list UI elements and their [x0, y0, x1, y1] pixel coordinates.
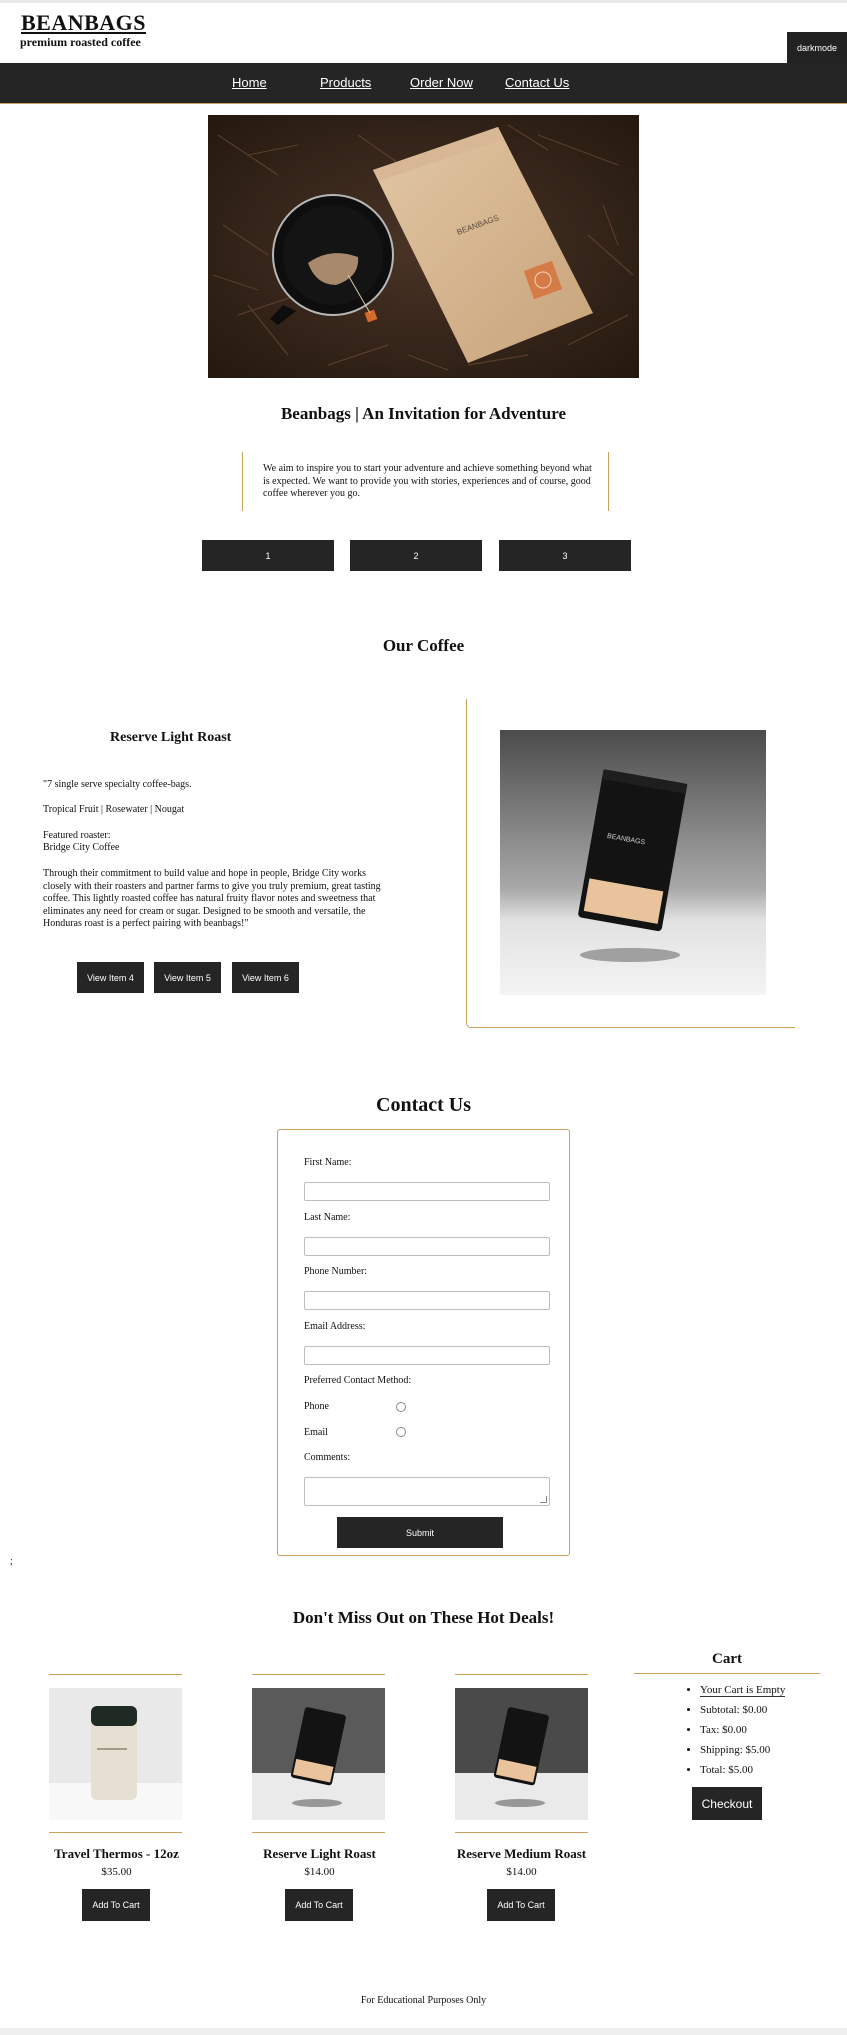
phone-number-field[interactable] [304, 1291, 550, 1310]
cart-empty-text: Your Cart is Empty [700, 1684, 786, 1697]
deal-divider [252, 1832, 385, 1833]
medium-roast-image[interactable] [455, 1688, 588, 1820]
footer-text: For Educational Purposes Only [360, 1995, 487, 2006]
email-address-field[interactable] [304, 1346, 550, 1365]
first-name-label: First Name: [304, 1157, 352, 1168]
slide-button-3[interactable]: 3 [499, 540, 631, 571]
phone-option-label: Phone [304, 1401, 329, 1412]
last-name-field[interactable] [304, 1237, 550, 1256]
preferred-contact-label: Preferred Contact Method: [304, 1375, 412, 1386]
our-coffee-heading: Our Coffee [382, 636, 465, 655]
checkout-button[interactable]: Checkout [692, 1787, 762, 1820]
deal-price-light-roast: $14.00 [304, 1866, 335, 1878]
darkmode-button[interactable]: darkmode [787, 32, 847, 63]
slide-button-2[interactable]: 2 [350, 540, 482, 571]
add-to-cart-light-roast-button[interactable]: Add To Cart [285, 1889, 353, 1921]
deal-divider [455, 1832, 588, 1833]
mission-text: We aim to inspire you to start your adve… [263, 463, 592, 499]
comments-textarea[interactable] [304, 1477, 550, 1506]
brand-subtitle: premium roasted coffee [20, 35, 141, 49]
email-radio[interactable] [396, 1427, 406, 1437]
add-to-cart-medium-roast-button[interactable]: Add To Cart [487, 1889, 555, 1921]
deal-divider [49, 1832, 182, 1833]
cart-title: Cart [712, 1651, 742, 1667]
deal-divider [455, 1674, 588, 1675]
thermos-image[interactable] [49, 1688, 182, 1820]
view-item-6-button[interactable]: View Item 6 [232, 962, 299, 993]
deal-price-medium-roast: $14.00 [506, 1866, 537, 1878]
view-item-4-button[interactable]: View Item 4 [77, 962, 144, 993]
product-story: Through their commitment to build value … [43, 868, 381, 929]
featured-roaster-name: Bridge City Coffee [43, 842, 120, 853]
hero-image: BEANBAGS [208, 115, 639, 378]
view-item-5-button[interactable]: View Item 5 [154, 962, 221, 993]
brand-title[interactable]: BEANBAGS [21, 10, 146, 36]
cart-shipping: Shipping: $5.00 [700, 1740, 785, 1760]
mission-box: We aim to inspire you to start your adve… [242, 452, 609, 511]
email-address-label: Email Address: [304, 1321, 366, 1332]
hero-title: Beanbags | An Invitation for Adventure [280, 404, 567, 423]
deals-heading: Don't Miss Out on These Hot Deals! [292, 1608, 555, 1627]
main-nav: Home Products Order Now Contact Us [0, 63, 847, 104]
resize-grip-icon[interactable] [540, 1496, 547, 1503]
slide-button-1[interactable]: 1 [202, 540, 334, 571]
deal-price-thermos: $35.00 [101, 1866, 132, 1878]
deal-name-medium-roast: Reserve Medium Roast [456, 1846, 587, 1861]
product-image: BEANBAGS [500, 730, 766, 995]
light-roast-image[interactable] [252, 1688, 385, 1820]
deal-name-light-roast: Reserve Light Roast [263, 1846, 376, 1861]
phone-number-label: Phone Number: [304, 1266, 368, 1277]
top-strip [0, 0, 847, 3]
nav-link-products[interactable]: Products [320, 75, 371, 90]
cart-summary: Your Cart is Empty Subtotal: $0.00 Tax: … [680, 1680, 786, 1780]
phone-radio[interactable] [396, 1402, 406, 1412]
first-name-field[interactable] [304, 1182, 550, 1201]
product-description: "7 single serve specialty coffee-bags. [43, 779, 192, 790]
featured-roaster-label: Featured roaster: [43, 830, 111, 841]
product-name: Reserve Light Roast [110, 730, 232, 745]
comments-label: Comments: [304, 1452, 351, 1463]
cart-tax: Tax: $0.00 [700, 1720, 785, 1740]
cart-divider [634, 1673, 820, 1674]
last-name-label: Last Name: [304, 1212, 351, 1223]
submit-button[interactable]: Submit [337, 1517, 503, 1548]
cart-subtotal: Subtotal: $0.00 [700, 1700, 785, 1720]
nav-link-contact-us[interactable]: Contact Us [505, 75, 569, 90]
add-to-cart-thermos-button[interactable]: Add To Cart [82, 1889, 150, 1921]
deal-divider [252, 1674, 385, 1675]
nav-link-home[interactable]: Home [232, 75, 267, 90]
deal-name-thermos: Travel Thermos - 12oz [54, 1846, 179, 1861]
email-option-label: Email [304, 1427, 328, 1438]
contact-heading: Contact Us [376, 1094, 471, 1116]
deal-divider [49, 1674, 182, 1675]
bottom-strip [0, 2028, 847, 2035]
nav-link-order-now[interactable]: Order Now [410, 75, 473, 90]
cart-empty-item: Your Cart is Empty [700, 1680, 786, 1700]
cart-total: Total: $5.00 [700, 1760, 785, 1780]
contact-form: First Name: Last Name: Phone Number: Ema… [277, 1129, 570, 1556]
product-flavor-notes: Tropical Fruit | Rosewater | Nougat [43, 804, 185, 815]
stray-text: ; [10, 1556, 13, 1567]
